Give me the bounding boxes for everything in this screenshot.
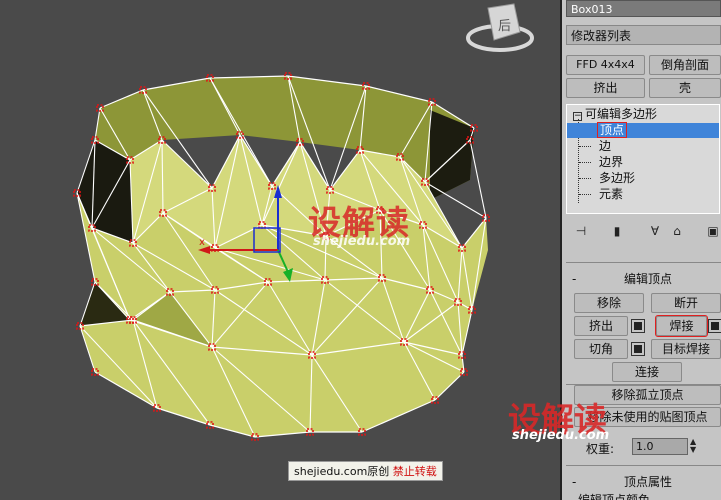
ffd-button[interactable]: FFD 4x4x4 xyxy=(566,55,645,75)
weld-settings-icon[interactable] xyxy=(708,319,721,333)
viewcube-label: 后 xyxy=(498,19,511,34)
configure-modifier-sets-icon[interactable]: ▣ xyxy=(704,222,721,240)
divider xyxy=(566,465,721,466)
connect-button[interactable]: 连接 xyxy=(612,362,682,382)
make-unique-icon[interactable]: ∀ xyxy=(646,222,664,240)
bevel-profile-button[interactable]: 倒角剖面 xyxy=(649,55,721,75)
gizmo-x-label: x xyxy=(199,237,205,248)
3d-viewport[interactable]: x后 设解读 shejiedu.com shejiedu.com原创 禁止转载 xyxy=(0,0,560,500)
extrude-settings-icon[interactable] xyxy=(631,319,645,333)
rollout-edit-vertices-header[interactable]: - 编辑顶点 xyxy=(566,271,721,287)
object-name-field[interactable]: Box013 xyxy=(566,0,721,17)
tree-guide xyxy=(579,146,591,147)
weight-input[interactable]: 1.0 xyxy=(632,438,688,455)
remove-button[interactable]: 移除 xyxy=(574,293,644,313)
mesh-canvas[interactable]: x后 xyxy=(0,0,560,500)
modifier-list-dropdown[interactable]: 修改器列表 xyxy=(566,25,721,45)
stack-root-label: 可编辑多边形 xyxy=(585,107,658,121)
break-button[interactable]: 断开 xyxy=(651,293,721,313)
tree-guide xyxy=(579,178,591,179)
stack-item-border[interactable]: 边界 xyxy=(599,155,623,170)
modifier-stack[interactable]: − 可编辑多边形 顶点 边 边界 多边形 元素 xyxy=(566,104,720,214)
stack-item-label: 顶点 xyxy=(597,122,628,138)
extrude-modifier-button[interactable]: 挤出 xyxy=(566,78,645,98)
chamfer-button[interactable]: 切角 xyxy=(574,339,628,359)
stack-item-polygon[interactable]: 多边形 xyxy=(599,171,635,186)
stack-root-editable-poly[interactable]: − 可编辑多边形 xyxy=(573,107,657,122)
tree-guide xyxy=(579,162,591,163)
extrude-button[interactable]: 挤出 xyxy=(574,316,628,336)
stack-item-edge[interactable]: 边 xyxy=(599,139,611,154)
rollout-title: 编辑顶点 xyxy=(624,272,673,286)
remove-modifier-icon[interactable]: ⌂ xyxy=(668,222,686,240)
rollout-vertex-properties-header[interactable]: - 顶点属性 xyxy=(566,474,721,490)
divider xyxy=(566,262,721,263)
stack-item-element[interactable]: 元素 xyxy=(599,187,623,202)
watermark-url: shejiedu.com xyxy=(512,428,610,443)
edit-vertex-colors-label: 编辑顶点颜色 xyxy=(578,493,651,500)
mesh-edge xyxy=(469,139,487,219)
stack-item-vertex[interactable]: 顶点 xyxy=(567,122,719,138)
weight-spinner-arrows[interactable]: ▲ ▼ xyxy=(690,438,696,454)
rollout-collapse-icon: - xyxy=(572,475,577,489)
credit-label: shejiedu.com原创 禁止转载 xyxy=(288,461,443,481)
chamfer-settings-icon[interactable] xyxy=(631,342,645,356)
target-weld-button[interactable]: 目标焊接 xyxy=(651,339,721,359)
tree-guide xyxy=(579,194,591,195)
credit-site: shejiedu.com原创 xyxy=(294,465,390,478)
weld-button[interactable]: 焊接 xyxy=(655,315,708,337)
rollout-title: 顶点属性 xyxy=(624,475,673,489)
show-end-result-icon[interactable]: ▮ xyxy=(608,222,626,240)
pin-stack-icon[interactable]: ⊣ xyxy=(572,222,590,240)
credit-notice: 禁止转载 xyxy=(392,465,437,478)
rollout-collapse-icon: - xyxy=(572,272,577,286)
watermark-url: shejiedu.com xyxy=(313,234,411,249)
shell-button[interactable]: 壳 xyxy=(649,78,721,98)
